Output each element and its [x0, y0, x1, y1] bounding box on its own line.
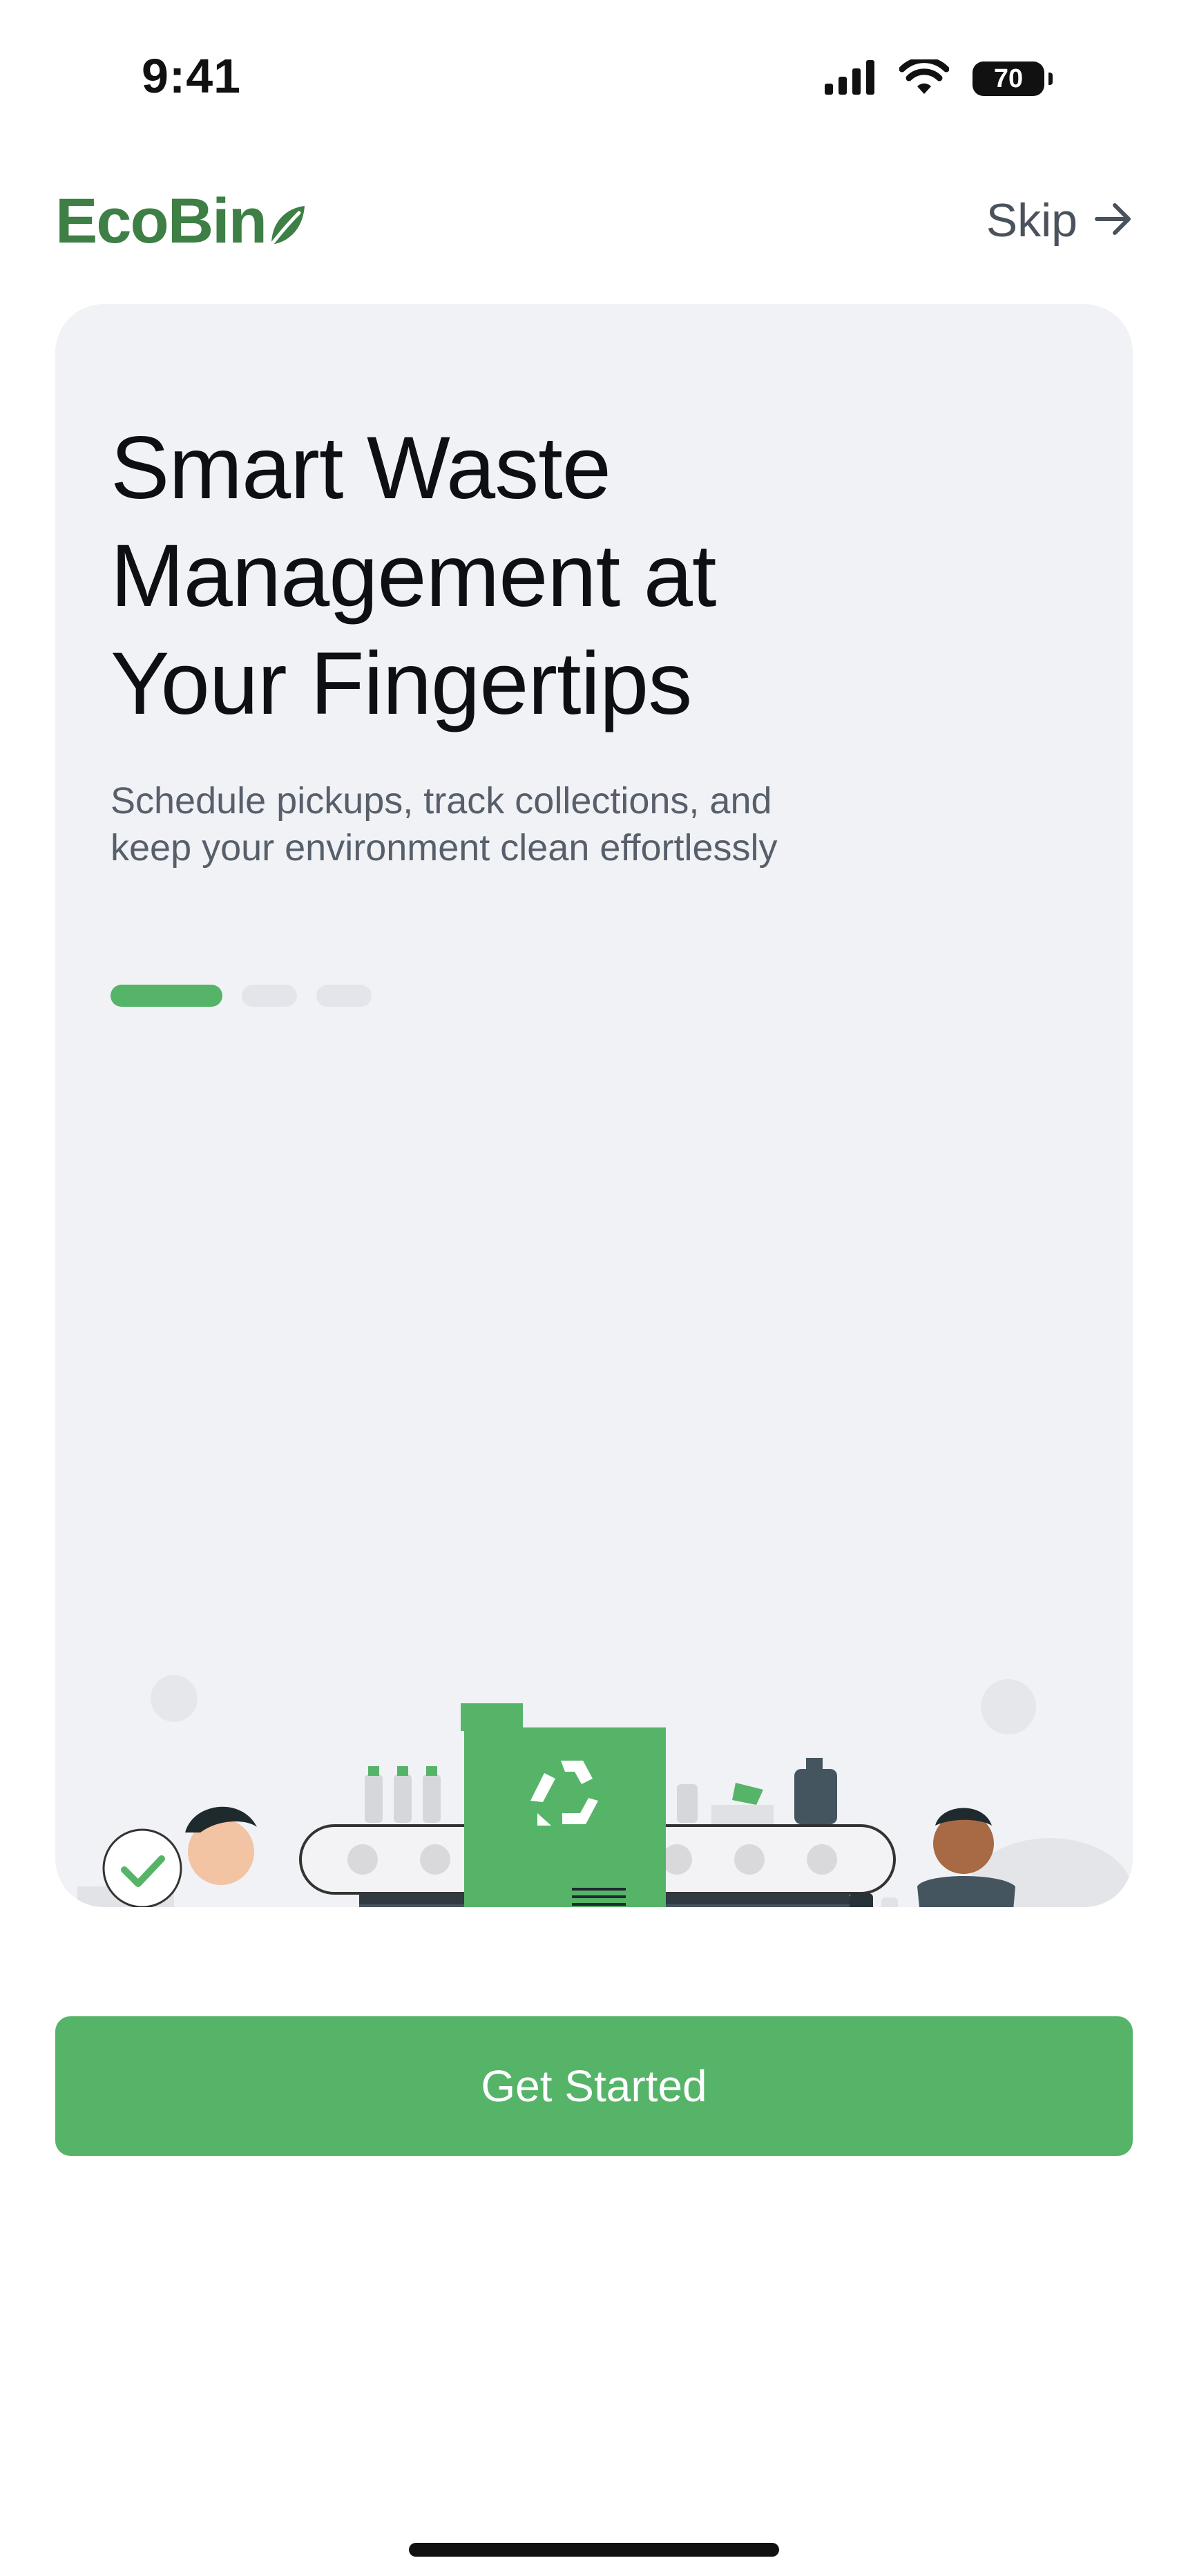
recycling-machine — [461, 1703, 666, 1907]
page-dot[interactable] — [242, 985, 297, 1007]
onboarding-subtitle: Schedule pickups, track collections, and… — [111, 780, 778, 869]
home-indicator[interactable] — [409, 2543, 779, 2557]
page-dot[interactable] — [316, 985, 372, 1007]
gear-icon — [151, 1675, 1036, 1734]
header: EcoBin Skip — [0, 173, 1188, 276]
battery-icon: 70 — [973, 61, 1053, 96]
onboarding-title: Smart Waste Management at Your Fingertip… — [111, 419, 716, 733]
page-indicator — [111, 985, 372, 1007]
status-bar: 9:41 70 — [0, 0, 1188, 152]
onboarding-card: Smart Waste Management at Your Fingertip… — [55, 304, 1133, 1907]
status-icons: 70 — [825, 56, 1053, 100]
arrow-right-icon — [1094, 202, 1133, 239]
check-bubble-icon — [102, 1828, 182, 1907]
logo: EcoBin — [55, 185, 306, 258]
skip-label: Skip — [986, 194, 1077, 247]
logo-text: EcoBin — [55, 186, 267, 256]
skip-button[interactable]: Skip — [986, 193, 1133, 247]
battery-level: 70 — [993, 64, 1024, 93]
wifi-icon — [899, 56, 950, 99]
get-started-button[interactable]: Get Started — [55, 2016, 1133, 2156]
leaf-icon — [267, 203, 306, 251]
status-time: 9:41 — [142, 49, 242, 103]
page-dot-active[interactable] — [111, 985, 222, 1007]
signal-icon — [825, 59, 876, 98]
recycling-workers-illustration — [77, 1675, 1133, 1907]
